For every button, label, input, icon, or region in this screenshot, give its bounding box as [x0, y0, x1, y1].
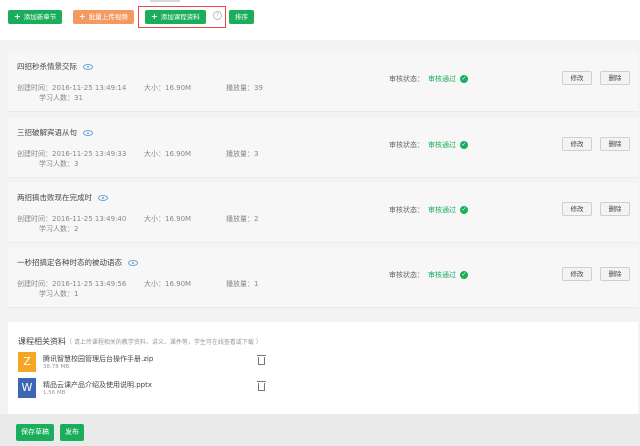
file-type-icon: Z [18, 352, 36, 372]
play-count: 播放量：39 [226, 84, 263, 92]
toolbar: + 添加新章节 + 批量上传视频 + 添加课程资料 ? 排序 [0, 0, 640, 40]
file-size: 大小：16.90M [144, 150, 192, 158]
lesson-row: 四招秒杀情景交际创建时间：2016-11-25 13:49:14 大小：16.90… [8, 52, 638, 112]
file-item: Z 腾讯智慧校园管理后台操作手册.zip 38.78 MB [18, 352, 278, 372]
delete-button[interactable]: 删除 [600, 267, 630, 281]
check-icon: ✓ [460, 75, 468, 83]
file-size: 1.56 MB [43, 390, 66, 396]
lesson-title: 三招破解宾语从句 [17, 127, 93, 138]
edit-button[interactable]: 修改 [562, 267, 592, 281]
bottom-bar: 保存草稿 发布 [0, 414, 640, 446]
trash-icon[interactable] [257, 381, 266, 391]
check-icon: ✓ [460, 206, 468, 214]
help-icon[interactable]: ? [213, 11, 222, 20]
lesson-title: 一秒招搞定各种时态的被动语态 [17, 257, 138, 268]
audit-status: 审核状态： 审核通过 ✓ [389, 206, 468, 214]
delete-button[interactable]: 删除 [600, 137, 630, 151]
plus-icon: + [79, 12, 86, 21]
delete-button[interactable]: 删除 [600, 202, 630, 216]
learner-count: 学习人数：1 [39, 290, 79, 298]
created-time: 创建时间：2016-11-25 13:49:14 [17, 84, 127, 92]
learner-count: 学习人数：2 [39, 225, 79, 233]
eye-icon[interactable] [83, 64, 93, 70]
lesson-row: 三招破解宾语从句创建时间：2016-11-25 13:49:33 大小：16.90… [8, 118, 638, 178]
eye-icon[interactable] [83, 130, 93, 136]
edit-button[interactable]: 修改 [562, 137, 592, 151]
check-icon: ✓ [460, 271, 468, 279]
publish-button[interactable]: 发布 [60, 424, 84, 441]
file-name[interactable]: 精品云课产品介绍及使用说明.pptx [43, 380, 152, 390]
file-size: 大小：16.90M [144, 280, 192, 288]
materials-section: 课程相关资料（ 请上传课程相关的教学资料、讲义、课件等，学生可在线查看或下载 ）… [8, 322, 638, 414]
learner-count: 学习人数：31 [39, 94, 83, 102]
eye-icon[interactable] [98, 195, 108, 201]
play-count: 播放量：1 [226, 280, 259, 288]
lesson-row: 一秒招搞定各种时态的被动语态 创建时间：2016-11-25 13:49:56 大小… [8, 248, 638, 308]
edit-button[interactable]: 修改 [562, 202, 592, 216]
plus-icon: + [151, 12, 158, 21]
created-time: 创建时间：2016-11-25 13:49:33 [17, 150, 127, 158]
file-size: 38.78 MB [43, 364, 70, 370]
file-size: 大小：16.90M [144, 84, 192, 92]
materials-heading: 课程相关资料（ 请上传课程相关的教学资料、讲义、课件等，学生可在线查看或下载 ） [18, 337, 262, 346]
created-time: 创建时间：2016-11-25 13:49:40 [17, 215, 127, 223]
plus-icon: + [14, 12, 21, 21]
eye-icon[interactable] [128, 260, 138, 266]
audit-status: 审核状态： 审核通过 ✓ [389, 141, 468, 149]
add-material-button[interactable]: + 添加课程资料 [145, 10, 206, 24]
created-time: 创建时间：2016-11-25 13:49:56 [17, 280, 127, 288]
batch-upload-button[interactable]: + 批量上传视频 [73, 10, 134, 24]
lesson-title: 四招秒杀情景交际 [17, 61, 93, 72]
sort-button[interactable]: 排序 [229, 10, 254, 24]
audit-status: 审核状态： 审核通过 ✓ [389, 75, 468, 83]
file-size: 大小：16.90M [144, 215, 192, 223]
audit-status: 审核状态： 审核通过 ✓ [389, 271, 468, 279]
edit-button[interactable]: 修改 [562, 71, 592, 85]
save-draft-button[interactable]: 保存草稿 [16, 424, 54, 441]
file-item: W 精品云课产品介绍及使用说明.pptx 1.56 MB [18, 378, 278, 398]
add-section-button[interactable]: + 添加新章节 [8, 10, 63, 24]
trash-icon[interactable] [257, 355, 266, 365]
lesson-row: 两招搞击败现在完成时创建时间：2016-11-25 13:49:40 大小：16.… [8, 183, 638, 243]
file-name[interactable]: 腾讯智慧校园管理后台操作手册.zip [43, 354, 153, 364]
lesson-title: 两招搞击败现在完成时 [17, 192, 108, 203]
learner-count: 学习人数：3 [39, 160, 79, 168]
file-type-icon: W [18, 378, 36, 398]
play-count: 播放量：2 [226, 215, 259, 223]
check-icon: ✓ [460, 141, 468, 149]
tab-edge [150, 0, 180, 2]
delete-button[interactable]: 删除 [600, 71, 630, 85]
play-count: 播放量：3 [226, 150, 259, 158]
